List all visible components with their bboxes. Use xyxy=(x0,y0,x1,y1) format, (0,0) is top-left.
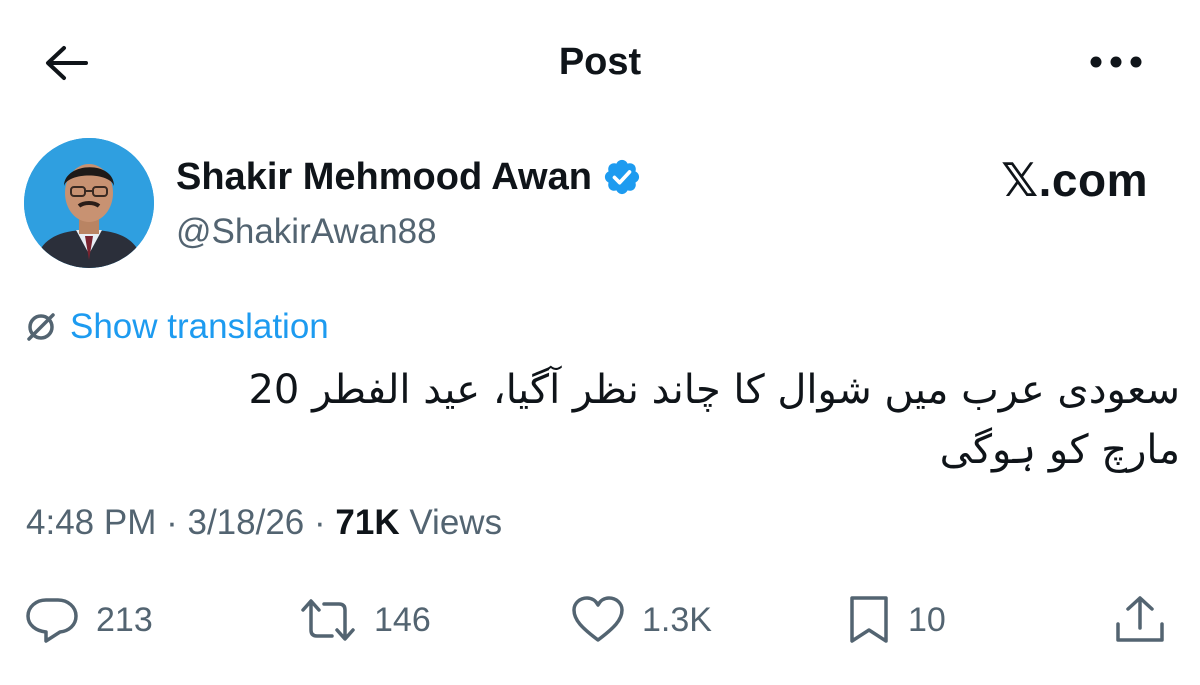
meta-separator: · xyxy=(314,503,326,542)
avatar[interactable] xyxy=(24,138,154,268)
show-translation-label: Show translation xyxy=(70,307,329,346)
reply-button[interactable]: 213 xyxy=(24,590,153,650)
repost-count: 146 xyxy=(374,601,431,639)
meta-separator: · xyxy=(166,503,178,542)
tweet-text: سعودی عرب میں شوال کا چاند نظر آگیا، عید… xyxy=(248,367,1180,473)
author-name-text: Shakir Mehmood Awan xyxy=(176,156,592,198)
page-title: Post xyxy=(558,41,642,83)
tweet-date[interactable]: 3/18/26 xyxy=(187,503,304,542)
more-dots-icon xyxy=(1090,56,1142,68)
author-name[interactable]: Shakir Mehmood Awan xyxy=(176,154,642,200)
like-icon xyxy=(572,596,624,642)
reply-icon xyxy=(26,598,78,643)
repost-icon xyxy=(301,599,355,641)
verified-badge-icon xyxy=(604,159,640,195)
show-translation-button[interactable]: Show translation xyxy=(24,305,329,349)
like-button[interactable]: 1.3K xyxy=(570,590,712,650)
views-count: 71K xyxy=(335,503,400,542)
top-bar: Post xyxy=(0,0,1200,120)
bookmark-icon xyxy=(850,596,888,643)
bookmark-count: 10 xyxy=(908,601,946,639)
share-icon xyxy=(1116,596,1164,642)
repost-button[interactable]: 146 xyxy=(298,590,431,650)
tweet-time[interactable]: 4:48 PM xyxy=(26,503,156,542)
brand-watermark: 𝕏.com xyxy=(1001,154,1148,206)
like-count: 1.3K xyxy=(642,601,712,639)
translate-icon xyxy=(27,313,55,341)
views-label: Views xyxy=(409,503,503,542)
author-handle[interactable]: @ShakirAwan88 xyxy=(176,210,437,254)
share-button[interactable] xyxy=(1112,590,1168,650)
more-button[interactable] xyxy=(1086,40,1146,84)
reply-count: 213 xyxy=(96,601,153,639)
avatar-photo xyxy=(24,138,154,268)
tweet-meta: 4:48 PM · 3/18/26 · 71K Views xyxy=(26,500,502,546)
action-bar: 213 146 1.3K 10 xyxy=(0,590,1200,650)
bookmark-button[interactable]: 10 xyxy=(846,590,946,650)
